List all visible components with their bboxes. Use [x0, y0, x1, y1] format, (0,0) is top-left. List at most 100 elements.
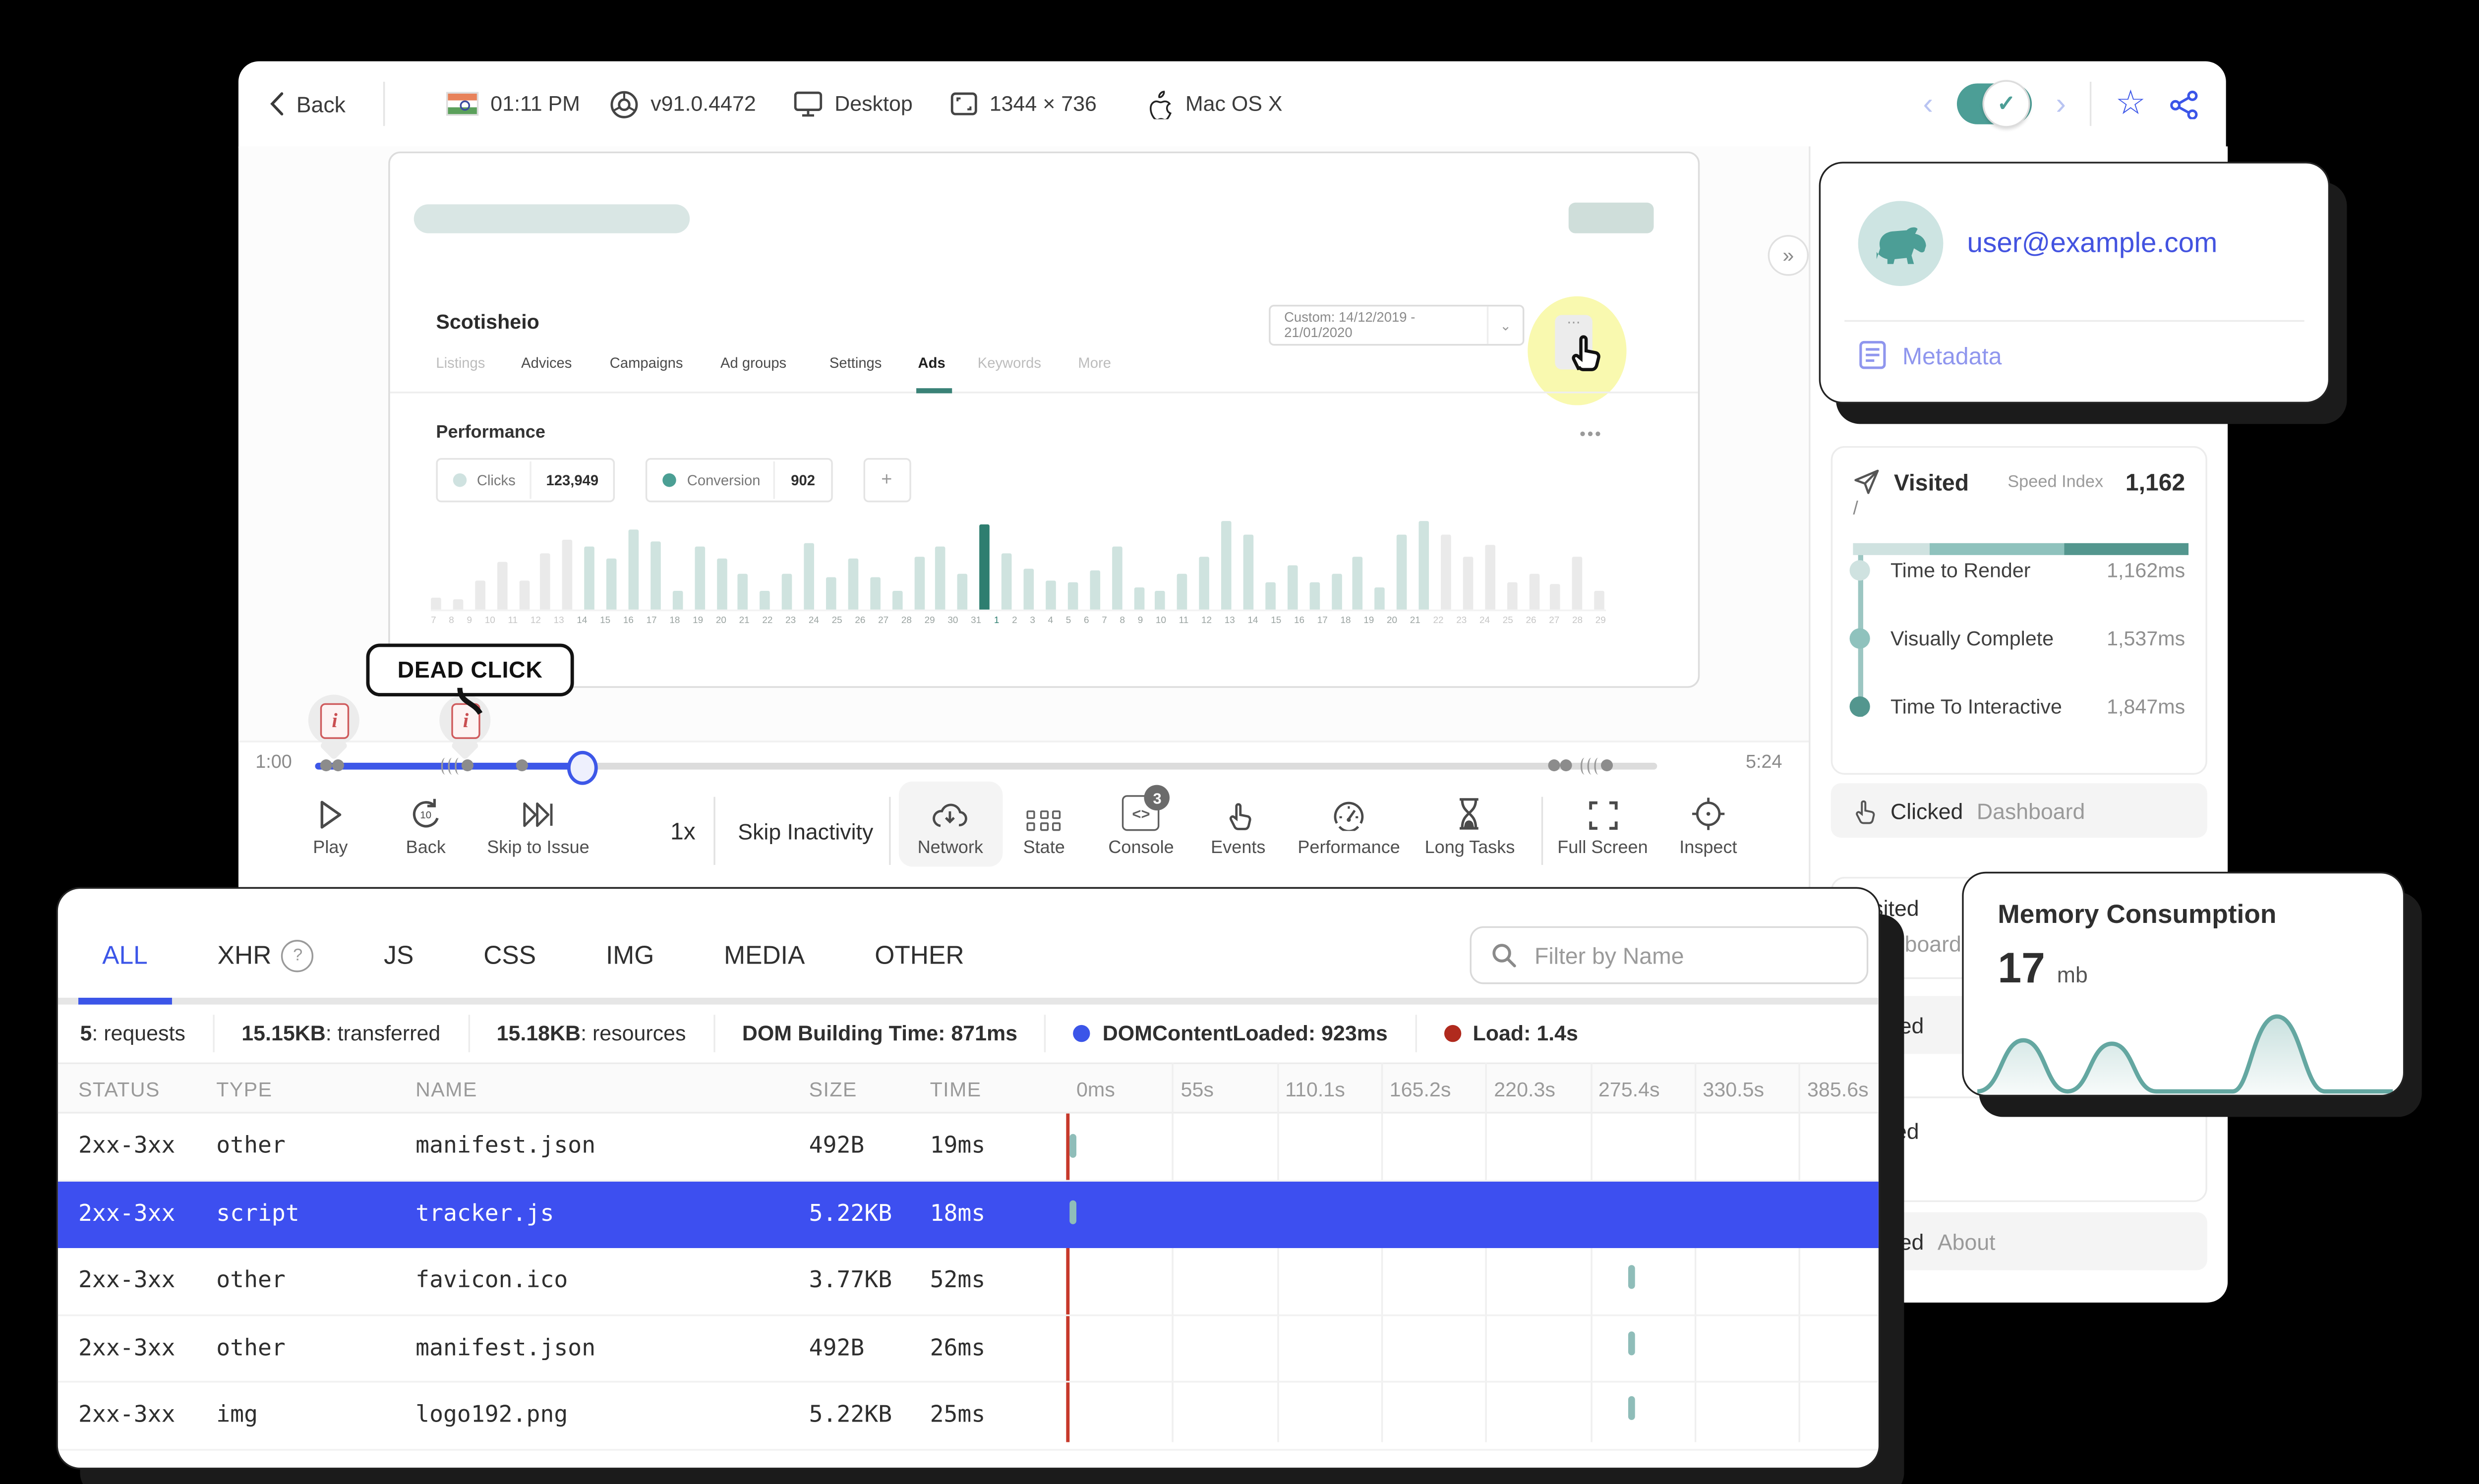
- state-panel-button[interactable]: State: [1023, 794, 1065, 858]
- network-panel: ALL XHR? JS CSS IMG MEDIA OTHER 5: reque…: [56, 887, 1881, 1470]
- network-panel-button[interactable]: Network: [898, 781, 1002, 867]
- site-nav-tab[interactable]: Campaigns: [610, 354, 683, 371]
- favorite-star-icon[interactable]: ☆: [2116, 87, 2146, 121]
- table-header: STATUS TYPE NAME SIZE TIME: [58, 1062, 1879, 1114]
- event-row-clicked-about[interactable]: Clicked About: [1830, 1212, 2207, 1270]
- skip-forward-icon: [487, 794, 590, 831]
- tab-media[interactable]: MEDIA: [724, 941, 805, 970]
- chart-bar: [694, 546, 705, 610]
- prev-session-button[interactable]: ‹: [1923, 89, 1933, 119]
- table-row[interactable]: 2xx-3xx img logo192.png 5.22KB 25ms: [58, 1382, 1879, 1450]
- play-button[interactable]: Play: [313, 794, 348, 858]
- chart-bar: [1221, 521, 1232, 610]
- chart-axis-label: 8: [1120, 616, 1125, 627]
- request-rows: 2xx-3xx other manifest.json 492B 19ms 2x…: [58, 1114, 1879, 1450]
- chart-bar: [804, 543, 815, 610]
- divider: [889, 797, 891, 865]
- chart-bar: [1572, 557, 1583, 610]
- add-metric-button[interactable]: +: [863, 458, 911, 503]
- table-row[interactable]: 2xx-3xx other favicon.ico 3.77KB 52ms: [58, 1248, 1879, 1315]
- more-options-icon[interactable]: •••: [1580, 426, 1602, 445]
- divider: [1844, 320, 2304, 322]
- tab-css[interactable]: CSS: [483, 941, 536, 970]
- chart-axis-label: 7: [1102, 616, 1107, 627]
- chart-axis-label: 29: [924, 616, 935, 627]
- chart-bar: [1550, 584, 1561, 610]
- table-row-selected[interactable]: 2xx-3xx script tracker.js 5.22KB 18ms: [58, 1181, 1879, 1248]
- metric-chip-conversion[interactable]: Conversion 902: [646, 458, 832, 503]
- top-right-controls: ‹ ✓ › ☆: [1923, 61, 2198, 147]
- tab-img[interactable]: IMG: [606, 941, 654, 970]
- site-nav-tab[interactable]: Keywords: [978, 354, 1041, 371]
- state-grid-icon: [1023, 794, 1065, 831]
- site-nav-tab[interactable]: Advices: [521, 354, 572, 371]
- chart-axis-label: 24: [1479, 616, 1490, 627]
- next-session-button[interactable]: ›: [2056, 89, 2066, 119]
- metric-chip-clicks[interactable]: Clicks 123,949: [436, 458, 616, 503]
- chart-axis-label: 1: [994, 616, 1000, 627]
- console-panel-button[interactable]: <> 3 Console: [1108, 785, 1174, 858]
- chart-axis-label: 12: [1201, 616, 1212, 627]
- chart-axis-label: 19: [693, 616, 704, 627]
- network-cloud-icon: [918, 794, 983, 831]
- tab-all[interactable]: ALL: [102, 941, 148, 970]
- timeline-track[interactable]: [315, 750, 1657, 785]
- tab-js[interactable]: JS: [384, 941, 413, 970]
- chart-axis-label: 17: [1317, 616, 1328, 627]
- table-row[interactable]: 2xx-3xx other manifest.json 492B 19ms: [58, 1114, 1879, 1181]
- metadata-button[interactable]: Metadata: [1858, 341, 2002, 369]
- site-nav-tab[interactable]: Settings: [829, 354, 882, 371]
- site-nav-tab[interactable]: Ad groups: [720, 354, 786, 371]
- event-dot: [516, 759, 528, 772]
- chart-bar: [1133, 587, 1144, 610]
- back-10s-button[interactable]: 10 Back: [406, 794, 446, 858]
- playhead-handle[interactable]: [567, 750, 598, 785]
- full-screen-button[interactable]: Full Screen: [1557, 794, 1648, 858]
- tab-other[interactable]: OTHER: [875, 941, 964, 970]
- chart-axis-label: 15: [1271, 616, 1282, 627]
- chevron-down-icon: ⌄: [1486, 306, 1523, 344]
- site-nav-tab-active[interactable]: Ads: [918, 354, 945, 371]
- skip-to-issue-button[interactable]: Skip to Issue: [487, 794, 590, 858]
- date-range-picker[interactable]: Custom: 14/12/2019 - 21/01/2020 ⌄: [1269, 304, 1525, 346]
- legend-dot: [453, 473, 467, 487]
- events-panel-button[interactable]: Events: [1211, 794, 1265, 858]
- back-button[interactable]: Back: [269, 61, 346, 147]
- tabs-underline: [58, 997, 1879, 1005]
- memory-consumption-card: Memory Consumption 17 mb: [1962, 871, 2405, 1097]
- chart-axis-label: 28: [1572, 616, 1583, 627]
- filter-input[interactable]: [1531, 940, 1867, 970]
- divider: [2090, 81, 2092, 126]
- chart-axis-label: 15: [600, 616, 611, 627]
- chart-axis-label: 27: [1549, 616, 1560, 627]
- chart-axis-label: 7: [431, 616, 436, 627]
- playback-speed-button[interactable]: 1x: [670, 794, 696, 868]
- site-nav-tab[interactable]: More: [1078, 354, 1111, 371]
- collapse-panel-icon[interactable]: »: [1768, 235, 1809, 276]
- site-nav-tab[interactable]: Listings: [436, 354, 485, 371]
- chart-bar: [1089, 570, 1100, 610]
- user-email[interactable]: user@example.com: [1967, 228, 2218, 260]
- share-icon[interactable]: [2170, 89, 2198, 118]
- site-chart-axis: 7 8 9 10 11 12 13 14 15 16 17 18 19 20 21 22 23 24 25 26 27 2…: [431, 617, 1606, 627]
- memory-title: Memory Consumption: [1998, 901, 2277, 930]
- event-row-visited[interactable]: Visited: [1830, 1096, 2207, 1202]
- help-icon[interactable]: ?: [282, 939, 314, 971]
- active-tab-underline: [916, 388, 952, 394]
- chart-axis-label: 25: [1502, 616, 1513, 627]
- chart-axis-label: 13: [553, 616, 564, 627]
- event-row-clicked-dashboard[interactable]: Clicked Dashboard: [1830, 783, 2207, 838]
- long-tasks-panel-button[interactable]: Long Tasks: [1425, 794, 1515, 858]
- inspect-button[interactable]: Inspect: [1679, 794, 1737, 858]
- tab-xhr[interactable]: XHR?: [218, 939, 314, 971]
- skip-inactivity-button[interactable]: Skip Inactivity: [738, 794, 873, 868]
- visited-event-card[interactable]: Visited Speed Index 1,162 / Time to Rend…: [1830, 446, 2207, 775]
- performance-panel-button[interactable]: Performance: [1298, 794, 1400, 858]
- autoplay-toggle[interactable]: ✓: [1957, 80, 2032, 128]
- india-flag-icon: [446, 92, 479, 116]
- memory-value: 17: [1998, 945, 2045, 993]
- issue-marker[interactable]: i: [308, 694, 359, 763]
- table-row[interactable]: 2xx-3xx other manifest.json 492B 26ms: [58, 1315, 1879, 1383]
- timeline-current-time: 1:00: [255, 752, 292, 773]
- chart-bar: [519, 580, 529, 610]
